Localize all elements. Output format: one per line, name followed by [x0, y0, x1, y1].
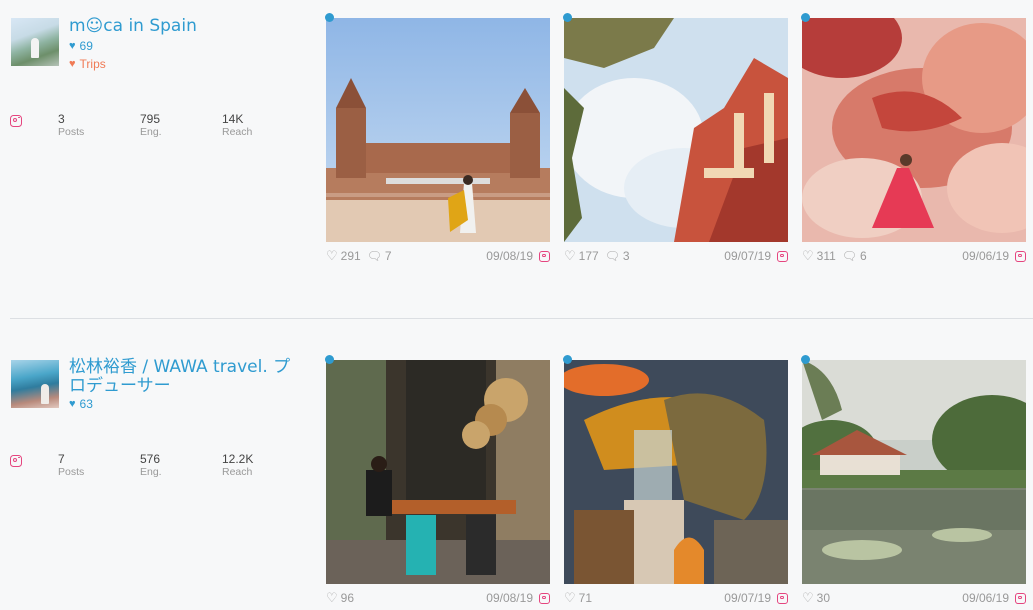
heart-icon: ♡: [326, 590, 338, 605]
heart-icon: ♡: [802, 590, 814, 605]
stat-label: Posts: [58, 466, 85, 478]
post-likes: ♡ 177: [564, 248, 599, 264]
instagram-icon[interactable]: [539, 592, 550, 604]
heart-icon: ♥: [69, 58, 76, 70]
instagram-icon[interactable]: [777, 250, 788, 262]
heart-icon: ♥: [69, 40, 76, 52]
likes-value: 30: [816, 591, 831, 605]
instagram-icon: [10, 115, 22, 127]
stat-posts: 7 Posts: [58, 452, 118, 478]
stat-value: 3: [58, 112, 65, 126]
stat-engagement: 576 Eng.: [140, 452, 200, 478]
new-indicator: [801, 13, 810, 22]
post-meta: ♡ 311 🗨︎ 6 09/06/19: [802, 247, 1026, 265]
post-date: 09/07/19: [724, 249, 771, 263]
post-image[interactable]: [802, 18, 1026, 242]
post-likes: ♡ 291: [326, 248, 361, 264]
heart-icon: ♡: [802, 248, 814, 263]
new-indicator: [801, 355, 810, 364]
post-image[interactable]: [326, 360, 550, 584]
post-meta: ♡ 177 🗨︎ 3 09/07/19: [564, 247, 788, 265]
influencer-row: m☺ca in Spain ♥ 69 ♥ Trips 3 Posts 795 E…: [0, 0, 1033, 318]
post-date: 09/08/19: [486, 249, 533, 263]
stat-label: Reach: [222, 466, 253, 478]
heart-icon: ♡: [564, 248, 576, 263]
post-likes: ♡ 311: [802, 248, 836, 264]
likes-value: 71: [578, 591, 593, 605]
likes-value: 311: [816, 249, 836, 263]
post-comments: 🗨︎ 7: [367, 249, 392, 263]
comments-value: 3: [622, 249, 630, 263]
post-meta: ♡ 96 09/08/19: [326, 589, 550, 607]
comment-icon: 🗨︎: [604, 249, 620, 263]
stat-value: 795: [140, 112, 161, 126]
influencer-likes: ♥ 63: [69, 397, 93, 411]
row-divider: [10, 318, 1033, 319]
post-image[interactable]: [564, 18, 788, 242]
stat-value: 14K: [222, 112, 244, 126]
post-meta: ♡ 291 🗨︎ 7 09/08/19: [326, 247, 550, 265]
heart-icon: ♡: [326, 248, 338, 263]
post-likes: ♡ 96: [326, 590, 354, 606]
avatar[interactable]: [11, 18, 59, 66]
post-image[interactable]: [802, 360, 1026, 584]
stat-engagement: 795 Eng.: [140, 112, 200, 138]
post-date: 09/07/19: [724, 591, 771, 605]
post-likes: ♡ 30: [802, 590, 830, 606]
new-indicator: [325, 13, 334, 22]
post-image[interactable]: [326, 18, 550, 242]
stat-reach: 12.2K Reach: [222, 452, 282, 478]
post-likes: ♡ 71: [564, 590, 592, 606]
avatar[interactable]: [11, 360, 59, 408]
likes-count: 63: [79, 397, 93, 411]
post-meta: ♡ 30 09/06/19: [802, 589, 1026, 607]
tag-label: Trips: [79, 57, 106, 71]
instagram-icon: [10, 455, 22, 467]
post-comments: 🗨︎ 3: [605, 249, 630, 263]
likes-value: 177: [578, 249, 599, 263]
likes-value: 96: [340, 591, 355, 605]
post-comments: 🗨︎ 6: [842, 249, 867, 263]
post-date: 09/06/19: [962, 591, 1009, 605]
stat-value: 7: [58, 452, 65, 466]
stat-posts: 3 Posts: [58, 112, 118, 138]
stat-label: Eng.: [140, 126, 162, 138]
stat-label: Posts: [58, 126, 85, 138]
likes-count: 69: [79, 39, 93, 53]
post-meta: ♡ 71 09/07/19: [564, 589, 788, 607]
comment-icon: 🗨︎: [366, 249, 382, 263]
stat-label: Eng.: [140, 466, 162, 478]
stat-value: 576: [140, 452, 161, 466]
likes-value: 291: [340, 249, 361, 263]
post-image[interactable]: [564, 360, 788, 584]
heart-icon: ♥: [69, 398, 76, 410]
new-indicator: [563, 355, 572, 364]
new-indicator: [563, 13, 572, 22]
instagram-icon[interactable]: [1015, 592, 1026, 604]
stat-reach: 14K Reach: [222, 112, 282, 138]
post-date: 09/06/19: [962, 249, 1009, 263]
post-date: 09/08/19: [486, 591, 533, 605]
tag-badge[interactable]: ♥ Trips: [69, 57, 106, 71]
instagram-icon[interactable]: [777, 592, 788, 604]
new-indicator: [325, 355, 334, 364]
influencer-likes: ♥ 69: [69, 39, 93, 53]
avatar-figure: [41, 384, 49, 404]
stat-value: 12.2K: [222, 452, 254, 466]
influencer-name[interactable]: 松林裕香 / WAWA travel. プロデューサー: [69, 358, 294, 396]
comments-value: 7: [384, 249, 392, 263]
instagram-icon[interactable]: [539, 250, 550, 262]
avatar-figure: [31, 38, 39, 58]
stat-label: Reach: [222, 126, 253, 138]
influencer-name[interactable]: m☺ca in Spain: [69, 17, 197, 36]
comment-icon: 🗨︎: [841, 249, 858, 263]
comments-value: 6: [860, 249, 867, 263]
heart-icon: ♡: [564, 590, 576, 605]
instagram-icon[interactable]: [1015, 250, 1026, 262]
